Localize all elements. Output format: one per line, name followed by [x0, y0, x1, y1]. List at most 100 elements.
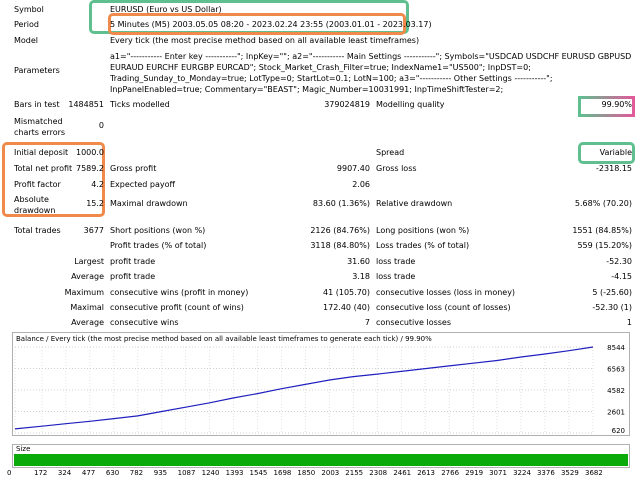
x-axis: 0 172 324 477 630 782 935 1087 1240 1393 1545 1698 1… [0, 469, 640, 480]
spread-label: Spread [376, 148, 405, 157]
x-tick-label: 3224 [513, 469, 531, 477]
largest-label: Largest [74, 257, 104, 266]
x-tick-label: 2613 [417, 469, 436, 477]
model-label: Model [14, 36, 39, 45]
initial-deposit-value: 1000.0 [76, 148, 104, 157]
y-tick-label: 620 [612, 427, 625, 435]
x-tick-label: 324 [57, 469, 72, 477]
size-bar [14, 454, 628, 466]
parameters-value: a1="----------- Enter key -----------"; … [110, 52, 632, 94]
maximal-drawdown-value: 83.60 (1.36%) [312, 199, 370, 208]
maximal-loss-label: consecutive loss (count of losses) [376, 303, 511, 312]
symbol-label: Symbol [14, 5, 44, 14]
mismatched-value: 0 [98, 121, 104, 130]
x-tick-label: 1393 [225, 469, 244, 477]
loss-trades-value: 559 (15.20%) [577, 241, 632, 250]
period-label: Period [14, 20, 39, 29]
maximal-label: Maximal [70, 303, 104, 312]
maximum-wins-label: consecutive wins (profit in money) [110, 288, 249, 297]
y-tick-label: 8544 [607, 344, 625, 352]
short-positions-label: Short positions (won %) [110, 226, 206, 235]
x-tick-label: 3376 [536, 469, 555, 477]
average-profit-value: 3.18 [352, 272, 370, 281]
average-loss-value: -4.15 [611, 272, 632, 281]
short-positions-value: 2126 (84.76%) [310, 226, 370, 235]
x-tick-label: 2461 [393, 469, 412, 477]
profit-trades-label: Profit trades (% of total) [110, 241, 207, 250]
maximal-loss-value: -52.30 (1) [592, 303, 632, 312]
bars-label: Bars in test [14, 100, 60, 109]
quality-value: 99.90% [601, 100, 632, 109]
x-tick-label: 2308 [369, 469, 388, 477]
period-value: 5 Minutes (M5) 2003.05.05 08:20 - 2023.0… [110, 20, 432, 29]
mismatched-label: Mismatched charts errors [14, 117, 66, 137]
x-tick-label: 0 [7, 469, 12, 477]
model-value: Every tick (the most precise method base… [110, 36, 420, 45]
x-tick-label: 1850 [297, 469, 316, 477]
maximal-profit-label: consecutive profit (count of wins) [110, 303, 244, 312]
loss-trades-label: Loss trades (% of total) [376, 241, 470, 250]
average-profit-label: profit trade [110, 272, 156, 281]
maximal-profit-value: 172.40 (40) [323, 303, 370, 312]
largest-profit-value: 31.60 [347, 257, 370, 266]
net-profit-value: 7589.2 [76, 164, 104, 173]
parameters-label: Parameters [14, 66, 60, 75]
maximum-losses-value: 5 (-25.60) [592, 288, 632, 297]
symbol-value: EURUSD (Euro vs US Dollar) [110, 5, 222, 14]
y-tick-label: 4582 [607, 387, 625, 395]
average-consec-wins-label: consecutive wins [110, 318, 179, 327]
x-tick-label: 2919 [465, 469, 484, 477]
x-tick-label: 782 [129, 469, 144, 477]
ticks-label: Ticks modelled [110, 100, 170, 109]
size-label: Size [16, 445, 31, 453]
x-tick-label: 1087 [177, 469, 196, 477]
absolute-drawdown-value: 15.2 [86, 199, 104, 208]
x-tick-label: 3682 [585, 469, 603, 477]
expected-payoff-label: Expected payoff [110, 180, 175, 189]
size-panel: Size [12, 444, 630, 468]
x-tick-label: 935 [153, 469, 168, 477]
balance-series-line [14, 346, 594, 430]
x-tick-label: 172 [34, 469, 48, 477]
bars-value: 1484851 [68, 100, 104, 109]
relative-drawdown-label: Relative drawdown [376, 199, 453, 208]
average-consec-label: Average [71, 318, 104, 327]
quality-label: Modelling quality [376, 100, 445, 109]
average-label: Average [71, 272, 104, 281]
x-tick-label: 1698 [273, 469, 292, 477]
gross-profit-label: Gross profit [110, 164, 157, 173]
average-loss-label: loss trade [376, 272, 416, 281]
balance-chart-plot: 8544 6563 4582 2601 620 [14, 344, 626, 435]
largest-loss-label: loss trade [376, 257, 416, 266]
total-trades-label: Total trades [14, 226, 61, 235]
x-tick-label: 2155 [345, 469, 364, 477]
x-tick-label: 630 [105, 469, 120, 477]
largest-profit-label: profit trade [110, 257, 156, 266]
long-positions-label: Long positions (won %) [376, 226, 470, 235]
maximal-drawdown-label: Maximal drawdown [110, 199, 188, 208]
gross-loss-value: -2318.15 [596, 164, 632, 173]
x-tick-label: 477 [81, 469, 96, 477]
ticks-value: 379024819 [324, 100, 370, 109]
x-tick-label: 3071 [489, 469, 507, 477]
total-trades-value: 3677 [83, 226, 104, 235]
profit-factor-value: 4.2 [91, 180, 104, 189]
profit-factor-label: Profit factor [14, 180, 61, 189]
x-tick-label: 1545 [249, 469, 268, 477]
y-tick-label: 2601 [607, 409, 625, 417]
x-tick-label: 2766 [441, 469, 460, 477]
x-tick-label: 2003 [321, 469, 340, 477]
balance-chart: Balance / Every tick (the most precise m… [12, 332, 630, 436]
profit-trades-value: 3118 (84.80%) [310, 241, 370, 250]
spread-value: Variable [599, 148, 632, 157]
largest-loss-value: -52.30 [606, 257, 632, 266]
x-tick-label: 3529 [560, 469, 579, 477]
maximum-losses-label: consecutive losses (loss in money) [376, 288, 516, 297]
relative-drawdown-value: 5.68% (70.20) [574, 199, 632, 208]
average-consec-losses-label: consecutive losses [376, 318, 452, 327]
maximum-wins-value: 41 (105.70) [323, 288, 370, 297]
maximum-label: Maximum [64, 288, 104, 297]
y-tick-label: 6563 [607, 366, 625, 374]
gross-loss-label: Gross loss [376, 164, 417, 173]
x-tick-label: 1240 [201, 469, 220, 477]
